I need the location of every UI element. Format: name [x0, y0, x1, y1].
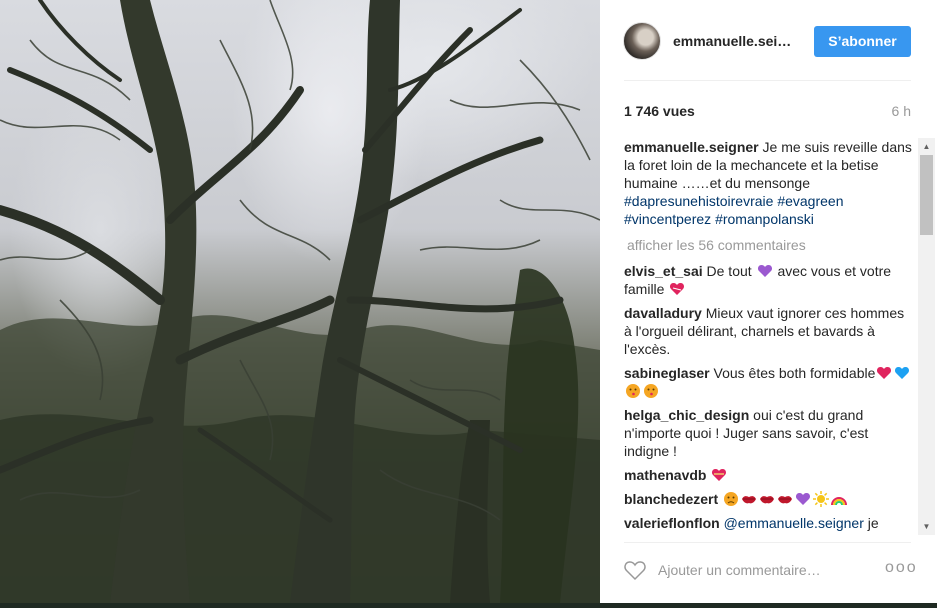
follow-button[interactable]: S’abonner	[814, 26, 911, 57]
post-time[interactable]: 6 h	[892, 103, 911, 119]
comment-item: elvis_et_sai De tout avec vous et votre …	[624, 262, 914, 298]
purple-heart-icon	[757, 265, 772, 277]
bottom-strip	[0, 603, 937, 608]
comments-scrollbar[interactable]: ▲ ▼	[918, 138, 935, 535]
comment-author[interactable]: elvis_et_sai	[624, 263, 703, 279]
heart-outline-icon[interactable]	[623, 558, 647, 582]
red-heart-icon	[670, 283, 685, 295]
comment-author[interactable]: davalladury	[624, 305, 702, 321]
red-heart-icon	[877, 367, 892, 379]
header-divider	[624, 80, 911, 81]
hashtag-link[interactable]: #evagreen	[777, 193, 843, 209]
username-link[interactable]: emmanuelle.sei…	[673, 33, 803, 49]
comment-text: je	[867, 515, 879, 531]
comment-author[interactable]: blanchedezert	[624, 491, 718, 507]
avatar[interactable]	[623, 22, 661, 60]
kiss-face-icon	[626, 384, 640, 398]
comment-author[interactable]: helga_chic_design	[624, 407, 749, 423]
view-count: 1 746 vues	[624, 103, 695, 119]
load-more-comments[interactable]: afficher les 56 commentaires	[627, 236, 914, 254]
comment-author[interactable]: sabineglaser	[624, 365, 710, 381]
blue-heart-icon	[895, 367, 910, 379]
more-options-icon[interactable]: ooo	[885, 559, 918, 577]
scroll-down-arrow-icon[interactable]: ▼	[918, 518, 935, 535]
lips-icon	[742, 496, 757, 504]
sad-face-icon	[724, 492, 739, 506]
comment-item: davalladury Mieux vaut ignorer ces homme…	[624, 304, 914, 358]
kiss-face-icon	[644, 384, 658, 398]
post-footer: ooo	[600, 542, 937, 603]
comment-item: valerieflonflon @emmanuelle.seigner je	[624, 514, 914, 532]
hashtag-link[interactable]: #vincentperez	[624, 211, 711, 227]
comment-author[interactable]: valerieflonflon	[624, 515, 720, 531]
comment-item: sabineglaser Vous êtes both formidable	[624, 364, 914, 400]
forest-photo	[0, 0, 600, 603]
mention-link[interactable]: @emmanuelle.seigner	[724, 515, 864, 531]
red-heart-icon	[712, 469, 727, 481]
comment-author[interactable]: mathenavdb	[624, 467, 706, 483]
lips-icon	[778, 496, 793, 504]
post-media[interactable]	[0, 0, 600, 603]
scroll-thumb[interactable]	[920, 155, 933, 235]
post-header: emmanuelle.sei… S’abonner	[600, 0, 937, 80]
hashtag-link[interactable]: #romanpolanski	[715, 211, 814, 227]
comment-item: mathenavdb	[624, 466, 914, 484]
lips-icon	[760, 496, 775, 504]
comment-text: De tout	[706, 263, 752, 279]
comment-item: helga_chic_design oui c'est du grand n'i…	[624, 406, 914, 460]
purple-heart-icon	[796, 493, 811, 505]
post-side-panel: emmanuelle.sei… S’abonner 1 746 vues 6 h…	[600, 0, 937, 603]
comments-list: emmanuelle.seigner Je me suis reveille d…	[624, 138, 914, 535]
comment-item: blanchedezert	[624, 490, 914, 508]
rainbow-icon	[831, 497, 848, 506]
comment-input[interactable]	[658, 558, 868, 582]
caption-author[interactable]: emmanuelle.seigner	[624, 139, 759, 155]
sun-icon	[813, 491, 830, 507]
caption: emmanuelle.seigner Je me suis reveille d…	[624, 138, 914, 228]
scroll-up-arrow-icon[interactable]: ▲	[918, 138, 935, 155]
hashtag-link[interactable]: #dapresunehistoirevraie	[624, 193, 773, 209]
comment-text: Vous êtes both formidable	[713, 365, 876, 381]
